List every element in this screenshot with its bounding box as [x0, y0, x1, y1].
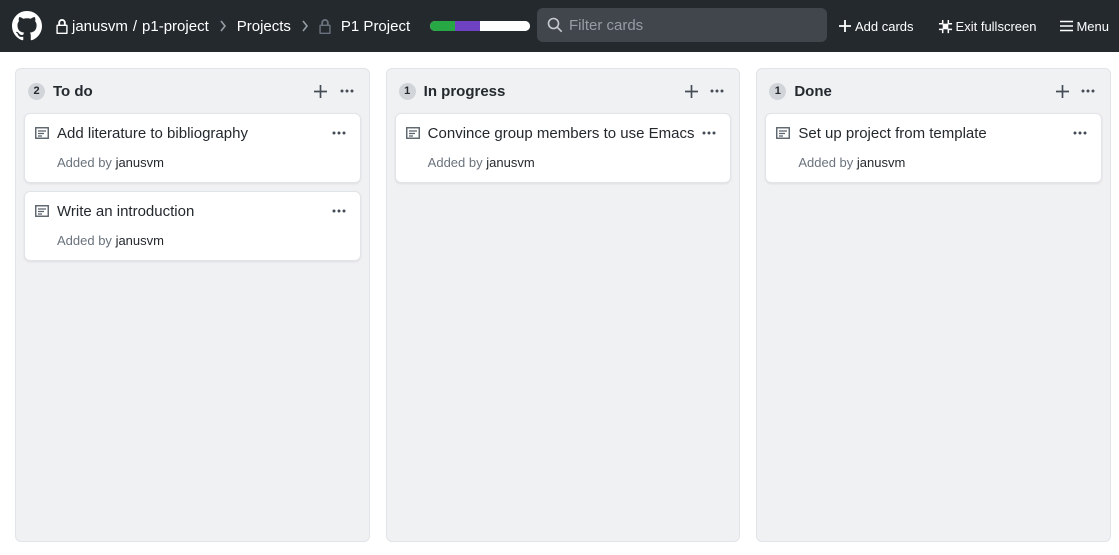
note-icon [405, 127, 420, 139]
search-icon [547, 17, 563, 33]
github-logo-icon[interactable] [12, 11, 42, 41]
added-by-label: Added by [57, 155, 112, 170]
added-by-label: Added by [798, 155, 854, 170]
plus-icon [1055, 84, 1069, 98]
card-meta: Added by janusvm [57, 233, 350, 248]
card-title: Set up project from template [798, 125, 987, 142]
note-icon [776, 127, 791, 139]
card-author-link[interactable]: janusvm [486, 155, 534, 170]
column-title: In progress [423, 82, 506, 100]
note-icon [35, 127, 49, 139]
card-title: Write an introduction [57, 203, 195, 220]
card-title: Add literature to bibliography [57, 125, 248, 142]
add-cards-button[interactable]: Add cards [838, 19, 914, 34]
owner-link[interactable]: janusvm [72, 18, 128, 35]
owner-repo-separator: / [132, 17, 138, 35]
repo-link[interactable]: p1-project [142, 18, 209, 35]
plus-icon [314, 84, 328, 98]
project-name[interactable]: P1 Project [341, 18, 410, 35]
column-title: Done [794, 82, 832, 100]
project-board: 2 To do Add literature to bibliography A… [0, 52, 1119, 542]
private-lock-icon [319, 18, 331, 34]
menu-button[interactable]: Menu [1060, 19, 1109, 34]
add-card-button[interactable] [1052, 81, 1072, 101]
card-count-badge: 1 [398, 82, 416, 100]
card-author-link[interactable]: janusvm [116, 155, 164, 170]
chevron-right-icon [302, 20, 308, 32]
project-card[interactable]: Add literature to bibliography Added by … [24, 113, 361, 183]
column-header: 2 To do [24, 69, 361, 113]
kebab-horizontal-icon [1081, 89, 1095, 93]
project-card[interactable]: Convince group members to use Emacs Adde… [394, 113, 732, 183]
kebab-horizontal-icon [340, 89, 354, 93]
hamburger-icon [1060, 20, 1074, 32]
card-meta: Added by janusvm [57, 155, 350, 170]
add-card-button[interactable] [311, 81, 331, 101]
progress-in-progress-segment [455, 21, 481, 31]
card-count-badge: 1 [769, 82, 787, 100]
column-menu-button[interactable] [1078, 81, 1098, 101]
card-menu-button[interactable] [332, 122, 346, 140]
column-header: 1 Done [765, 69, 1102, 113]
card-menu-button[interactable] [702, 122, 716, 140]
column-title: To do [53, 82, 93, 100]
add-cards-label: Add cards [855, 18, 914, 34]
filter-cards-input[interactable] [569, 16, 809, 34]
column-done: 1 Done Set up project from template Adde… [756, 68, 1112, 542]
filter-cards-search [537, 8, 827, 42]
screen-normal-icon [938, 19, 952, 33]
added-by-label: Added by [427, 155, 483, 170]
progress-todo-segment [480, 21, 531, 31]
note-icon [35, 205, 49, 217]
progress-done-segment [430, 21, 456, 31]
project-card[interactable]: Write an introduction Added by janusvm [24, 191, 361, 261]
card-meta: Added by janusvm [798, 155, 1091, 170]
add-card-button[interactable] [681, 81, 701, 101]
card-meta: Added by janusvm [428, 155, 721, 170]
column-to-do: 2 To do Add literature to bibliography A… [15, 68, 370, 542]
menu-label: Menu [1076, 18, 1109, 34]
project-progress-bar [430, 21, 531, 31]
project-card[interactable]: Set up project from template Added by ja… [765, 113, 1103, 183]
kebab-horizontal-icon [702, 131, 716, 135]
card-count-badge: 2 [28, 82, 45, 100]
header-actions: Add cards Exit fullscreen Menu [814, 0, 1109, 52]
card-author-link[interactable]: janusvm [116, 233, 164, 248]
exit-fullscreen-label: Exit fullscreen [955, 18, 1037, 34]
projects-link[interactable]: Projects [237, 18, 291, 35]
card-menu-button[interactable] [1073, 122, 1087, 140]
plus-icon [684, 84, 698, 98]
plus-icon [839, 20, 851, 32]
card-title: Convince group members to use Emacs [427, 125, 695, 142]
column-in-progress: 1 In progress Convince group members to … [385, 68, 741, 542]
column-menu-button[interactable] [707, 81, 727, 101]
card-menu-button[interactable] [332, 200, 346, 218]
kebab-horizontal-icon [710, 89, 724, 93]
card-author-link[interactable]: janusvm [857, 155, 905, 170]
kebab-horizontal-icon [332, 209, 346, 213]
top-header: janusvm / p1-project Projects P1 Project… [0, 0, 1119, 52]
column-menu-button[interactable] [337, 81, 357, 101]
breadcrumb: janusvm / p1-project Projects P1 Project [56, 17, 531, 35]
chevron-right-icon [220, 20, 226, 32]
exit-fullscreen-button[interactable]: Exit fullscreen [938, 18, 1037, 34]
column-header: 1 In progress [395, 69, 732, 113]
kebab-horizontal-icon [1073, 131, 1087, 135]
kebab-horizontal-icon [332, 131, 346, 135]
lock-icon [56, 18, 68, 34]
added-by-label: Added by [57, 233, 112, 248]
